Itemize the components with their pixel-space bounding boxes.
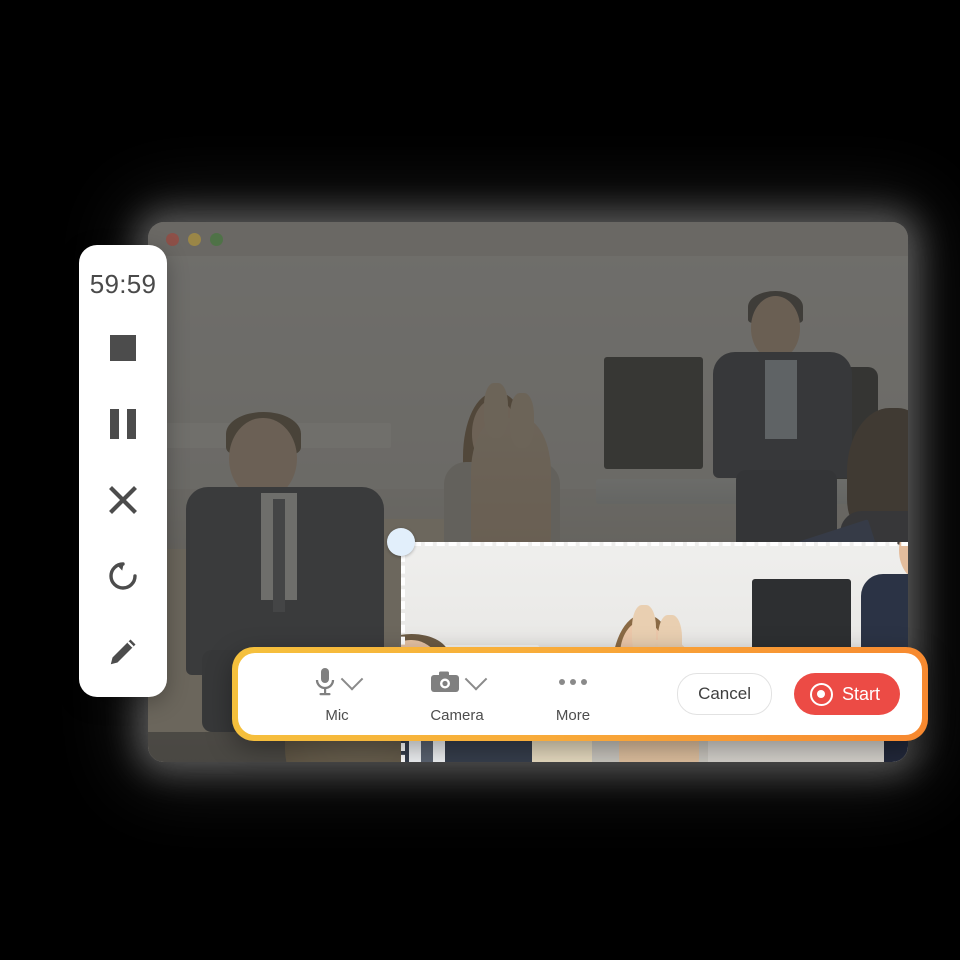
cancel-button[interactable]: Cancel xyxy=(677,673,772,715)
maximize-window-button[interactable] xyxy=(210,232,223,246)
start-button[interactable]: Start xyxy=(793,673,900,715)
record-circle-icon xyxy=(809,682,833,706)
microphone-icon xyxy=(315,667,335,695)
mic-label: Mic xyxy=(325,706,349,724)
minimize-window-button[interactable] xyxy=(188,232,201,246)
ellipsis-icon xyxy=(559,678,587,685)
restart-button[interactable] xyxy=(95,548,151,604)
camera-control[interactable]: Camera xyxy=(414,665,500,724)
camera-icon xyxy=(431,671,459,692)
window-titlebar xyxy=(148,222,908,256)
pause-button[interactable] xyxy=(95,396,151,452)
restart-refresh-icon xyxy=(109,562,137,590)
stop-square-icon xyxy=(110,335,136,361)
more-label: More xyxy=(555,706,591,724)
start-button-label: Start xyxy=(841,683,880,704)
mic-chevron-down-icon[interactable] xyxy=(340,667,364,690)
recording-timer: 59:59 xyxy=(89,269,157,299)
recording-side-toolbar: 59:59 xyxy=(79,245,167,697)
stop-button[interactable] xyxy=(95,320,151,376)
camera-label: Camera xyxy=(430,706,484,724)
camera-chevron-down-icon[interactable] xyxy=(464,667,488,690)
capture-control-bar-frame: Mic Camera More Cancel Start xyxy=(232,647,928,741)
capture-control-bar: Mic Camera More Cancel Start xyxy=(238,653,922,735)
more-control[interactable]: More xyxy=(530,665,616,724)
resize-handle-top-left[interactable] xyxy=(387,528,415,556)
close-window-button[interactable] xyxy=(166,232,179,246)
close-button[interactable] xyxy=(95,472,151,528)
pencil-edit-icon xyxy=(110,639,136,665)
screenshot-canvas: 59:59 Mic Camera More Cancel Start xyxy=(0,0,960,960)
close-x-icon xyxy=(109,486,137,514)
pause-icon xyxy=(110,409,136,439)
annotate-button[interactable] xyxy=(95,624,151,680)
mic-control[interactable]: Mic xyxy=(294,665,380,724)
